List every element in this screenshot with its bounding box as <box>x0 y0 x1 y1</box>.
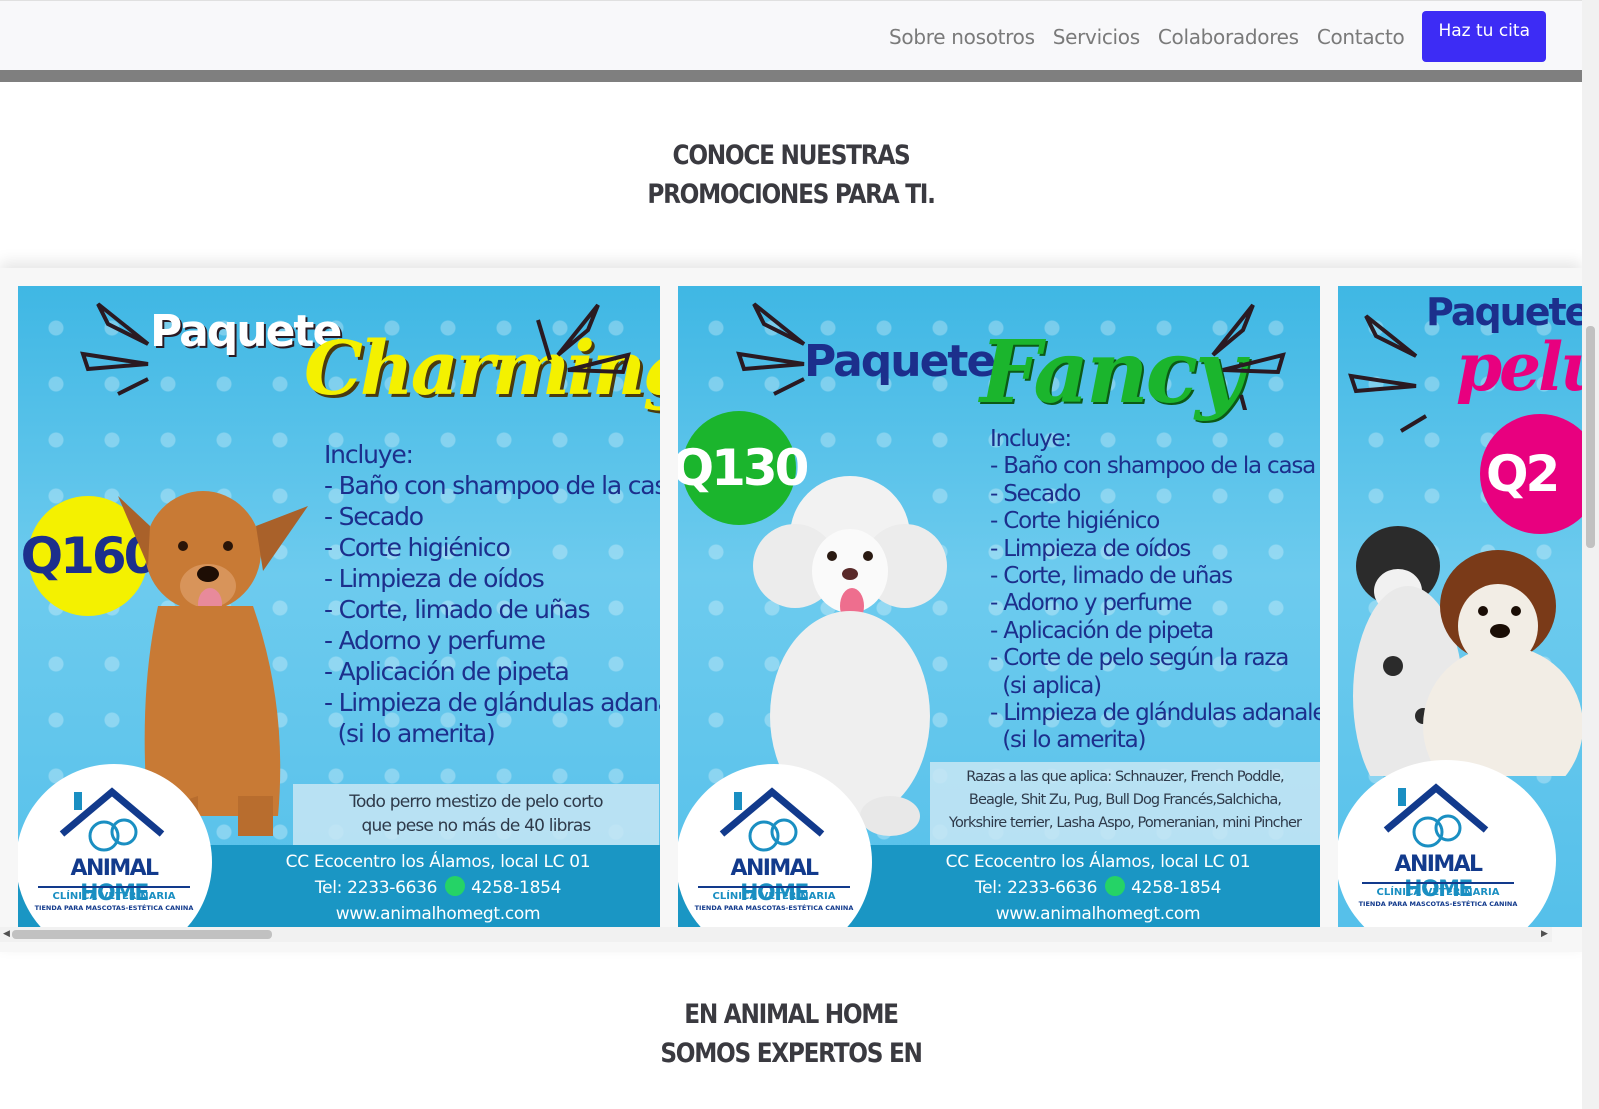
promo-card-charming[interactable]: Paquete Charming Q160 Incluye: - Baño co… <box>18 286 660 927</box>
promo-card-fancy[interactable]: Paquete Fancy Q130 Incluye: - Baño con s… <box>678 286 1320 927</box>
website-text: www.animalhomegt.com <box>995 904 1201 924</box>
phone-line: Tel: 2233-6636 4258-1854 <box>218 875 658 901</box>
includes-label: Incluye: <box>324 440 414 469</box>
address-text: CC Ecocentro los Álamos, local LC 01 <box>285 852 591 872</box>
package-note: Todo perro mestizo de pelo corto que pes… <box>293 784 659 846</box>
house-pet-logo-icon <box>1383 783 1489 848</box>
carousel-horizontal-scrollbar[interactable]: ◀ ▶ <box>0 927 1552 942</box>
logo-subtitle: CLÍNICA VETERINARIA <box>1376 887 1500 898</box>
includes-item: - Corte, limado de uñas <box>990 563 1233 590</box>
nav-link-sobre-nosotros[interactable]: Sobre nosotros <box>889 21 1035 53</box>
card-paquete-label: Paquete <box>804 336 996 387</box>
package-note: Razas a las que aplica: Schnauzer, Frenc… <box>930 762 1320 846</box>
whatsapp-icon <box>445 876 466 896</box>
great-dane-saint-bernard-illustration <box>1353 526 1582 776</box>
carousel-scrollbar-thumb[interactable] <box>12 930 272 939</box>
nav-link-colaboradores[interactable]: Colaboradores <box>1158 21 1299 53</box>
logo-tagline: TIENDA PARA MASCOTAS-ESTÉTICA CANINA <box>1358 900 1518 908</box>
contact-info: CC Ecocentro los Álamos, local LC 01 Tel… <box>218 849 658 927</box>
book-appointment-button[interactable]: Haz tu cita <box>1422 11 1546 62</box>
top-navbar: Sobre nosotros Servicios Colaboradores C… <box>0 0 1582 70</box>
includes-item: (si aplica) <box>990 672 1102 699</box>
address-text: CC Ecocentro los Álamos, local LC 01 <box>945 852 1251 872</box>
note-line: Todo perro mestizo de pelo corto <box>349 792 603 812</box>
includes-item: - Adorno y perfume <box>324 626 546 655</box>
expert-heading: EN ANIMAL HOME SOMOS EXPERTOS EN <box>111 995 1472 1073</box>
includes-item: - Secado <box>324 502 424 531</box>
contact-info: CC Ecocentro los Álamos, local LC 01 Tel… <box>878 849 1318 927</box>
note-line: que pese no más de 40 libras <box>361 816 591 836</box>
promotions-heading: CONOCE NUESTRAS PROMOCIONES PARA TI. <box>111 136 1472 214</box>
includes-item: - Corte higiénico <box>324 533 511 562</box>
includes-item: - Limpieza de oídos <box>324 564 545 593</box>
includes-item: - Secado <box>990 480 1081 507</box>
page-scrollbar-thumb[interactable] <box>1586 326 1595 548</box>
page-vertical-scrollbar[interactable] <box>1582 0 1599 1109</box>
card-package-name: pelu <box>1456 328 1582 406</box>
burst-lines-icon <box>1211 303 1286 410</box>
scroll-right-arrow-icon[interactable]: ▶ <box>1541 929 1548 939</box>
includes-item: - Limpieza de glándulas adanales <box>324 688 660 717</box>
includes-item: - Corte, limado de uñas <box>324 595 591 624</box>
nav-link-servicios[interactable]: Servicios <box>1053 21 1140 53</box>
whatsapp-number: 4258-1854 <box>1131 878 1222 898</box>
includes-item: - Limpieza de glándulas adanales <box>990 700 1320 727</box>
nav-divider-bar <box>0 70 1582 82</box>
promotions-heading-line2: PROMOCIONES PARA TI. <box>647 179 936 210</box>
website-text: www.animalhomegt.com <box>335 904 541 924</box>
phone-text: Tel: 2233-6636 <box>974 878 1098 898</box>
nav-link-contacto[interactable]: Contacto <box>1317 21 1405 53</box>
nav-links: Sobre nosotros Servicios Colaboradores C… <box>889 11 1546 62</box>
expert-heading-line1: EN ANIMAL HOME <box>684 999 899 1030</box>
burst-lines-icon <box>536 303 631 375</box>
includes-item: (si lo amerita) <box>324 719 495 748</box>
note-line: Razas a las que aplica: Schnauzer, Frenc… <box>966 769 1284 785</box>
includes-item: - Corte de pelo según la raza <box>990 645 1289 672</box>
promotions-heading-line1: CONOCE NUESTRAS <box>672 140 911 171</box>
promo-card-third[interactable]: Paquete pelu Q2 <box>1338 286 1582 927</box>
whatsapp-icon <box>1105 876 1126 896</box>
phone-line: Tel: 2233-6636 4258-1854 <box>878 875 1318 901</box>
note-line: Beagle, Shit Zu, Pug, Bull Dog Francés,S… <box>968 792 1282 808</box>
logo-subtitle: CLÍNICA VETERINARIA <box>712 891 836 902</box>
burst-lines-icon <box>1348 314 1428 433</box>
expert-heading-line2: SOMOS EXPERTOS EN <box>660 1038 923 1069</box>
includes-item: (si lo amerita) <box>990 727 1146 754</box>
includes-list: Incluye: - Baño con shampoo de la casa -… <box>324 439 660 749</box>
whatsapp-number: 4258-1854 <box>471 878 562 898</box>
includes-item: - Baño con shampoo de la casa <box>990 453 1316 480</box>
includes-item: - Baño con shampoo de la casa <box>324 471 660 500</box>
logo-tagline: TIENDA PARA MASCOTAS-ESTÉTICA CANINA <box>694 904 854 912</box>
scroll-left-arrow-icon[interactable]: ◀ <box>3 929 10 939</box>
includes-item: - Aplicación de pipeta <box>990 617 1214 644</box>
includes-label: Incluye: <box>990 426 1072 452</box>
note-line: Yorkshire terrier, Lasha Aspo, Pomerania… <box>948 815 1302 831</box>
promotions-carousel[interactable]: Paquete Charming Q160 Incluye: - Baño co… <box>0 268 1582 952</box>
includes-list: Incluye: - Baño con shampoo de la casa -… <box>990 426 1320 755</box>
logo-subtitle: CLÍNICA VETERINARIA <box>52 891 176 902</box>
includes-item: - Limpieza de oídos <box>990 535 1191 562</box>
includes-item: - Adorno y perfume <box>990 590 1193 617</box>
house-pet-logo-icon <box>59 787 165 852</box>
includes-item: - Corte higiénico <box>990 508 1160 535</box>
house-pet-logo-icon <box>719 787 825 852</box>
includes-item: - Aplicación de pipeta <box>324 657 570 686</box>
phone-text: Tel: 2233-6636 <box>314 878 438 898</box>
page: Sobre nosotros Servicios Colaboradores C… <box>0 0 1599 1109</box>
logo-tagline: TIENDA PARA MASCOTAS-ESTÉTICA CANINA <box>34 904 194 912</box>
